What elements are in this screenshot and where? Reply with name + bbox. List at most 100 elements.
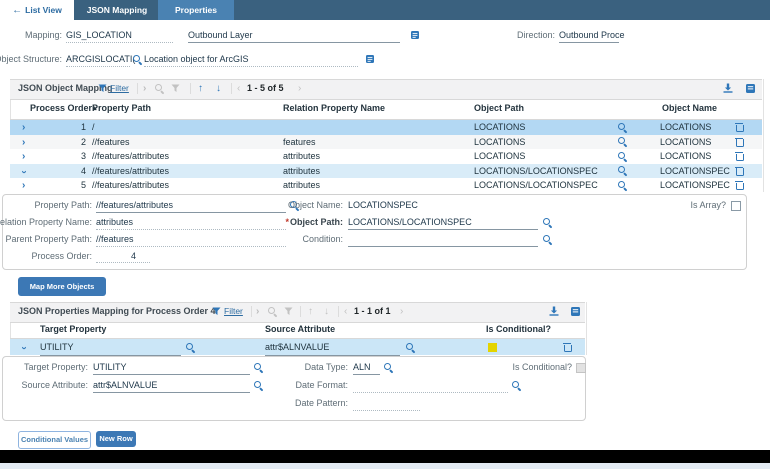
cell-process-order: 4 [80, 165, 86, 176]
search-icon[interactable] [618, 137, 628, 147]
tab-json-mapping[interactable]: JSON Mapping [76, 0, 158, 20]
condition-field[interactable] [348, 233, 538, 247]
object-path-field[interactable]: LOCATIONS/LOCATIONSPEC [348, 216, 538, 230]
search-icon[interactable] [384, 363, 394, 373]
app-window: ← List View JSON Mapping Properties Mappi… [0, 0, 770, 469]
previous-page-icon[interactable]: ‹ [237, 79, 240, 98]
process-order-field[interactable]: 4 [96, 250, 150, 263]
open-filter-row-icon[interactable] [143, 82, 146, 96]
delete-row-icon[interactable] [735, 166, 744, 176]
back-to-list-view-tab[interactable]: ← List View [0, 0, 74, 20]
search-icon[interactable] [618, 151, 628, 162]
clear-filter-icon[interactable] [284, 307, 293, 316]
cell-object-path[interactable]: LOCATIONS [474, 120, 611, 135]
move-row-up-icon[interactable]: ↑ [198, 79, 203, 98]
previous-page-icon[interactable]: ‹ [344, 302, 347, 321]
cell-object-path[interactable]: LOCATIONS [474, 135, 611, 150]
next-page-icon[interactable]: › [400, 302, 403, 321]
filter-link[interactable]: Filter [224, 302, 243, 321]
search-icon[interactable] [618, 166, 628, 176]
search-icon[interactable] [543, 235, 553, 245]
parent-property-path-field[interactable]: //features [96, 233, 286, 247]
move-row-down-icon[interactable]: ↓ [216, 79, 221, 98]
filter-funnel-icon[interactable] [212, 307, 221, 316]
date-format-field[interactable] [353, 379, 508, 393]
cell-object-path[interactable]: LOCATIONS/LOCATIONSPEC [474, 178, 611, 193]
column-header-property-path[interactable]: Property Path [92, 98, 151, 119]
column-header-process-order[interactable]: Process Order▴ [30, 98, 97, 119]
is-array-checkbox[interactable] [731, 201, 741, 211]
next-page-icon[interactable]: › [298, 79, 301, 98]
condition-label: Condition: [302, 234, 343, 244]
date-pattern-field[interactable] [353, 397, 420, 411]
property-path-field[interactable]: //features/attributes [96, 199, 286, 213]
column-header-relation[interactable]: Relation Property Name [283, 98, 385, 119]
delete-row-icon[interactable] [735, 122, 744, 132]
conditional-values-button[interactable]: Conditional Values [18, 431, 91, 449]
column-header-object-name[interactable]: Object Name [662, 98, 717, 119]
search-icon[interactable] [254, 363, 264, 373]
filter-funnel-icon[interactable] [98, 84, 107, 93]
column-header-is-conditional[interactable]: Is Conditional? [486, 320, 551, 338]
column-header-target-property[interactable]: Target Property [40, 320, 106, 338]
search-icon[interactable] [133, 55, 143, 65]
collapse-chevron-icon[interactable] [17, 346, 31, 349]
column-header-object-path[interactable]: Object Path [474, 98, 524, 119]
collapse-chevron-icon[interactable] [17, 170, 31, 173]
table-settings-icon[interactable] [571, 307, 580, 316]
table-row[interactable]: 5 //features/attributes attributes LOCAT… [10, 178, 762, 193]
direction-field[interactable]: Outbound Proce [559, 29, 625, 43]
download-icon[interactable] [723, 83, 733, 93]
table-settings-icon[interactable] [746, 84, 755, 93]
filter-link[interactable]: Filter [110, 79, 129, 98]
move-row-up-icon[interactable]: ↑ [308, 302, 313, 321]
search-icon[interactable] [155, 84, 165, 94]
expand-chevron-icon[interactable] [22, 150, 25, 164]
open-filter-row-icon[interactable] [256, 305, 259, 319]
expand-chevron-icon[interactable] [22, 179, 25, 193]
object-structure-field[interactable]: ARCGISLOCATI( [66, 53, 135, 67]
new-row-button[interactable]: New Row [96, 431, 136, 447]
mapping-field[interactable]: GIS_LOCATION [66, 29, 173, 43]
search-icon[interactable] [268, 307, 278, 317]
search-icon[interactable] [618, 180, 628, 191]
cell-source-attribute-field[interactable]: attr$ALNVALUE [265, 339, 400, 356]
move-row-down-icon[interactable]: ↓ [324, 302, 329, 321]
table-row-expanded[interactable]: UTILITY attr$ALNVALUE [10, 339, 585, 356]
download-icon[interactable] [549, 306, 559, 316]
cell-target-property-field[interactable]: UTILITY [40, 339, 181, 356]
delete-row-icon[interactable] [735, 151, 744, 161]
table-row[interactable]: 1 / LOCATIONS LOCATIONS [10, 120, 762, 135]
data-type-field[interactable]: ALN [353, 361, 380, 375]
delete-row-icon[interactable] [735, 180, 744, 190]
search-icon[interactable] [186, 342, 196, 353]
is-conditional-checkbox[interactable] [576, 363, 586, 373]
long-description-icon[interactable] [411, 31, 419, 39]
source-attribute-field[interactable]: attr$ALNVALUE [93, 379, 250, 393]
is-conditional-indicator[interactable] [488, 342, 497, 352]
expand-chevron-icon[interactable] [22, 121, 25, 135]
relation-property-name-field[interactable]: attributes [96, 216, 286, 230]
search-icon[interactable] [406, 342, 416, 353]
long-description-icon[interactable] [366, 55, 374, 63]
table-row[interactable]: 2 //features features LOCATIONS LOCATION… [10, 134, 762, 150]
search-icon[interactable] [618, 122, 628, 133]
column-header-source-attribute[interactable]: Source Attribute [265, 320, 335, 338]
cell-object-path-field[interactable]: LOCATIONS/LOCATIONSPEC [474, 164, 611, 179]
search-icon[interactable] [512, 381, 522, 391]
object-structure-description-field[interactable]: Location object for ArcGIS [144, 53, 358, 67]
expand-chevron-icon[interactable] [22, 136, 25, 150]
delete-row-icon[interactable] [735, 137, 744, 147]
map-more-objects-button[interactable]: Map More Objects [18, 277, 106, 296]
search-icon[interactable] [543, 218, 553, 228]
target-property-field[interactable]: UTILITY [93, 361, 250, 375]
table-row-expanded[interactable]: 4 //features/attributes attributes LOCAT… [10, 163, 762, 179]
delete-row-icon[interactable] [563, 342, 572, 352]
cell-relation: attributes [283, 180, 321, 190]
search-icon[interactable] [254, 381, 264, 391]
cell-object-path[interactable]: LOCATIONS [474, 149, 611, 164]
mapping-description-field[interactable]: Outbound Layer [188, 29, 400, 43]
table-row[interactable]: 3 //features/attributes attributes LOCAT… [10, 149, 762, 164]
tab-properties[interactable]: Properties [158, 0, 234, 20]
clear-filter-icon[interactable] [171, 84, 180, 93]
